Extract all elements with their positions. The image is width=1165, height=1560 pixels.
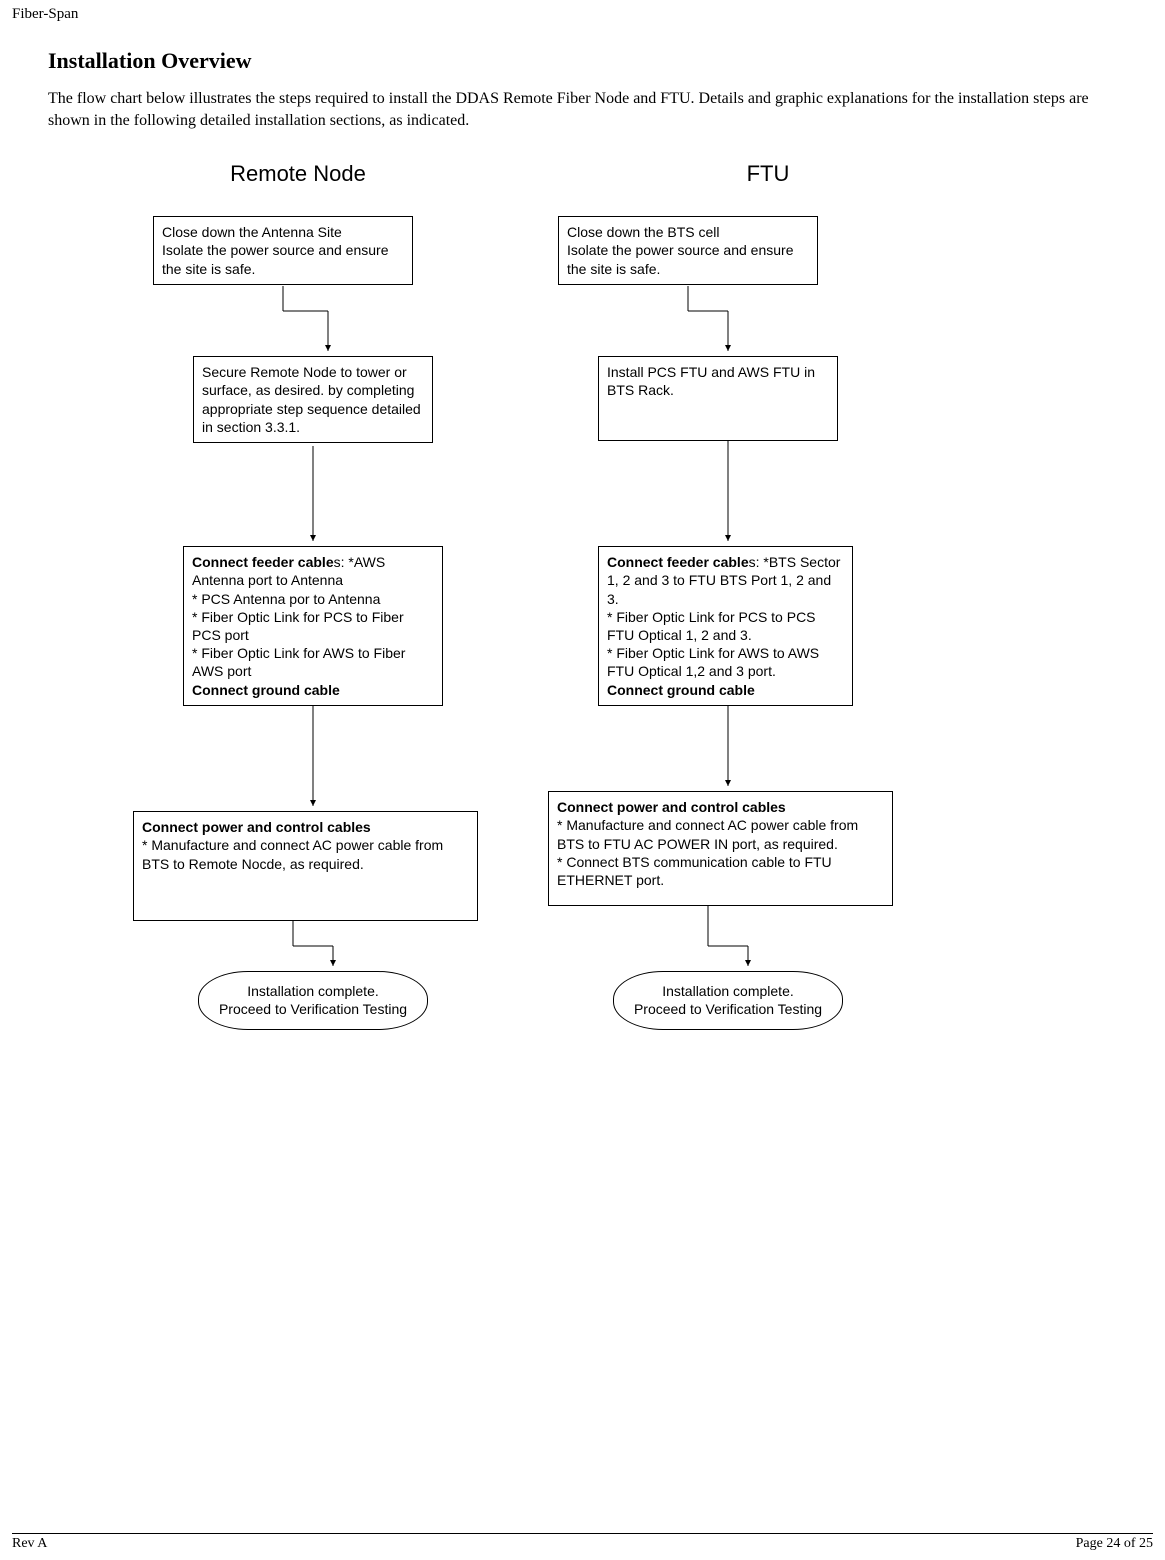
left-step-1: Close down the Antenna SiteIsolate the p… (153, 216, 413, 285)
right-step-3-s: s: (749, 554, 760, 570)
left-step-4-body: * Manufacture and connect AC power cable… (142, 837, 443, 871)
left-terminator: Installation complete.Proceed to Verific… (198, 971, 428, 1029)
left-step-3: Connect feeder cables: *AWS Antenna port… (183, 546, 443, 706)
flowchart: Remote Node FTU Close down the Antenna S… (48, 161, 1117, 1261)
left-step-4-title: Connect power and control cables (142, 819, 371, 835)
right-step-3-body: *BTS Sector 1, 2 and 3 to FTU BTS Port 1… (607, 554, 840, 679)
right-step-3: Connect feeder cables: *BTS Sector 1, 2 … (598, 546, 853, 706)
left-step-3-s: s: (334, 554, 345, 570)
document-header: Fiber-Span (12, 6, 78, 23)
right-step-4-title: Connect power and control cables (557, 799, 786, 815)
left-step-3-body: *AWS Antenna port to Antenna * PCS Anten… (192, 554, 405, 679)
right-step-3-title: Connect feeder cable (607, 554, 749, 570)
footer-rev: Rev A (12, 1536, 47, 1552)
right-step-4: Connect power and control cables * Manuf… (548, 791, 893, 906)
content-area: Installation Overview The flow chart bel… (48, 48, 1117, 1261)
left-column-title: Remote Node (198, 161, 398, 187)
right-column-title: FTU (668, 161, 868, 187)
left-step-3-title: Connect feeder cable (192, 554, 334, 570)
flowchart-arrows (48, 161, 1117, 1261)
section-title: Installation Overview (48, 48, 1117, 74)
right-step-2: Install PCS FTU and AWS FTU in BTS Rack. (598, 356, 838, 441)
footer-page: Page 24 of 25 (1076, 1536, 1153, 1552)
right-step-3-ground: Connect ground cable (607, 682, 755, 698)
page-footer: Rev A Page 24 of 25 (12, 1533, 1153, 1552)
right-step-1: Close down the BTS cellIsolate the power… (558, 216, 818, 285)
left-step-3-ground: Connect ground cable (192, 682, 340, 698)
left-step-2: Secure Remote Node to tower or surface, … (193, 356, 433, 443)
right-step-4-body: * Manufacture and connect AC power cable… (557, 817, 858, 888)
left-step-4: Connect power and control cables * Manuf… (133, 811, 478, 921)
right-terminator: Installation complete.Proceed to Verific… (613, 971, 843, 1029)
intro-paragraph: The flow chart below illustrates the ste… (48, 88, 1117, 131)
